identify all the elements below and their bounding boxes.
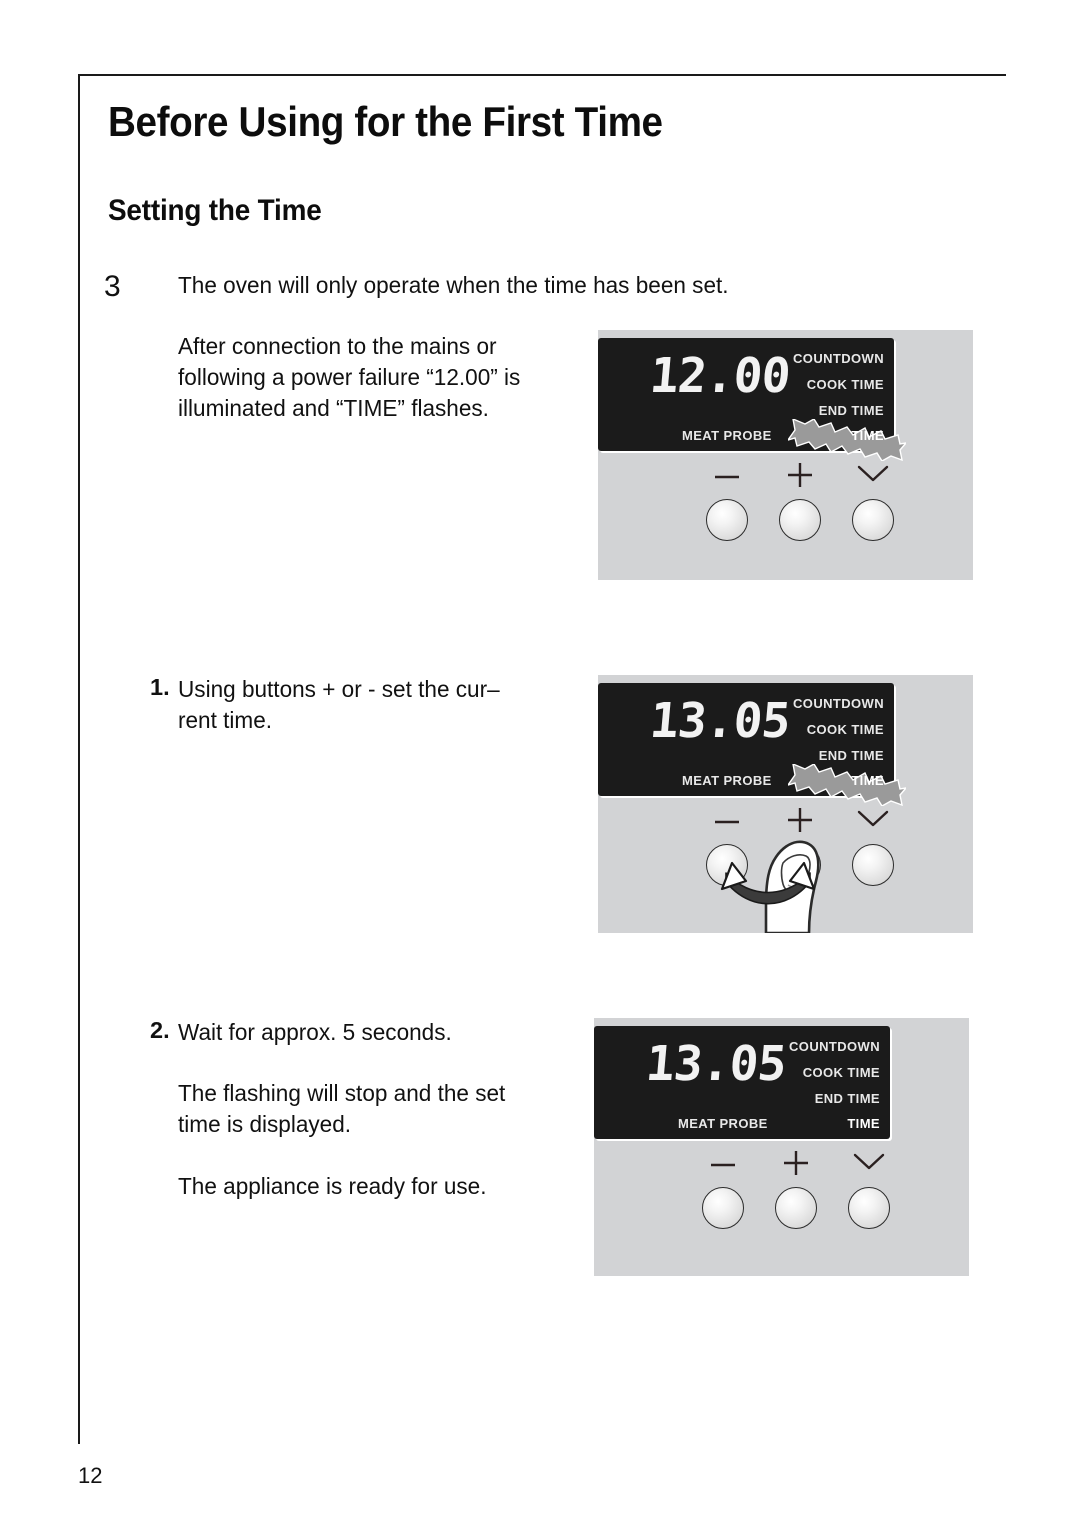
lcd-label-cook-time: COOK TIME [802,1065,880,1080]
plus-icon [774,1148,818,1178]
minus-icon [705,463,749,491]
time-flash-starburst-icon [788,419,906,461]
lcd-label-end-time: END TIME [814,1091,880,1106]
control-panel-illustration-1: 12.00 COUNTDOWN COOK TIME END TIME MEAT … [598,330,973,580]
lcd-digits: 13.05 [647,693,792,749]
increase-button[interactable] [779,844,821,886]
item-2-line-1: Wait for approx. 5 seconds. [178,1019,452,1045]
select-button[interactable] [852,499,894,541]
lcd-label-time: TIME [847,1116,880,1131]
intro-note-line-2: following a power failure “12.00” is [178,364,521,390]
lcd-display-1: 12.00 COUNTDOWN COOK TIME END TIME MEAT … [598,338,906,461]
section-title: Setting the Time [108,194,322,227]
lcd-label-time: TIME [851,428,884,443]
lcd-label-meat-probe: MEAT PROBE [682,428,772,443]
increase-button[interactable] [775,1187,817,1229]
minus-icon [705,808,749,836]
chapter-title: Before Using for the First Time [108,98,663,145]
decrease-button[interactable] [706,499,748,541]
select-button[interactable] [852,844,894,886]
increase-button[interactable] [779,499,821,541]
lcd-label-cook-time: COOK TIME [806,722,884,737]
list-marker-1: 1. [150,674,170,700]
page-border-left-rule [78,74,80,1444]
plus-icon [778,805,822,835]
chevron-down-icon [851,808,895,830]
lcd-mode-labels: COUNTDOWN COOK TIME END TIME [793,346,884,424]
manual-page: Before Using for the First Time Setting … [0,0,1080,1529]
item-1-line-2: rent time. [178,707,273,733]
time-flash-starburst-icon [788,764,906,806]
decrease-button[interactable] [702,1187,744,1229]
item-2-note-line-2: time is displayed. [178,1111,352,1137]
decrease-button[interactable] [706,844,748,886]
item-2-note-line-3: The appliance is ready for use. [178,1173,487,1199]
step-number: 3 [104,270,121,303]
lcd-display-3: 13.05 COUNTDOWN COOK TIME END TIME MEAT … [594,1026,890,1139]
page-border-top-rule [78,74,1006,76]
control-panel-illustration-2: 13.05 COUNTDOWN COOK TIME END TIME MEAT … [598,675,973,933]
lcd-label-countdown: COUNTDOWN [793,351,884,366]
lcd-label-countdown: COUNTDOWN [793,696,884,711]
item-1-line-1: Using buttons + or - set the cur– [178,676,500,702]
item-2-note-line-1: The flashing will stop and the set [178,1080,506,1106]
lcd-label-cook-time: COOK TIME [806,377,884,392]
lcd-digits: 12.00 [647,348,792,404]
intro-note-line-3: illuminated and “TIME” flashes. [178,395,489,421]
plus-icon [778,460,822,490]
minus-icon [701,1151,745,1179]
lcd-label-meat-probe: MEAT PROBE [682,773,772,788]
lcd-mode-labels: COUNTDOWN COOK TIME END TIME [789,1034,880,1112]
intro-paragraph: The oven will only operate when the time… [178,272,729,298]
lcd-label-countdown: COUNTDOWN [789,1039,880,1054]
page-number: 12 [78,1463,103,1488]
lcd-mode-labels: COUNTDOWN COOK TIME END TIME [793,691,884,769]
chevron-down-icon [851,463,895,485]
chevron-down-icon [847,1151,891,1173]
select-button[interactable] [848,1187,890,1229]
lcd-label-time: TIME [851,773,884,788]
control-panel-illustration-3: 13.05 COUNTDOWN COOK TIME END TIME MEAT … [594,1018,969,1276]
lcd-display-2: 13.05 COUNTDOWN COOK TIME END TIME MEAT … [598,683,906,806]
lcd-label-meat-probe: MEAT PROBE [678,1116,768,1131]
list-marker-2: 2. [150,1017,170,1043]
intro-note-line-1: After connection to the mains or [178,333,497,359]
lcd-digits: 13.05 [643,1036,788,1092]
